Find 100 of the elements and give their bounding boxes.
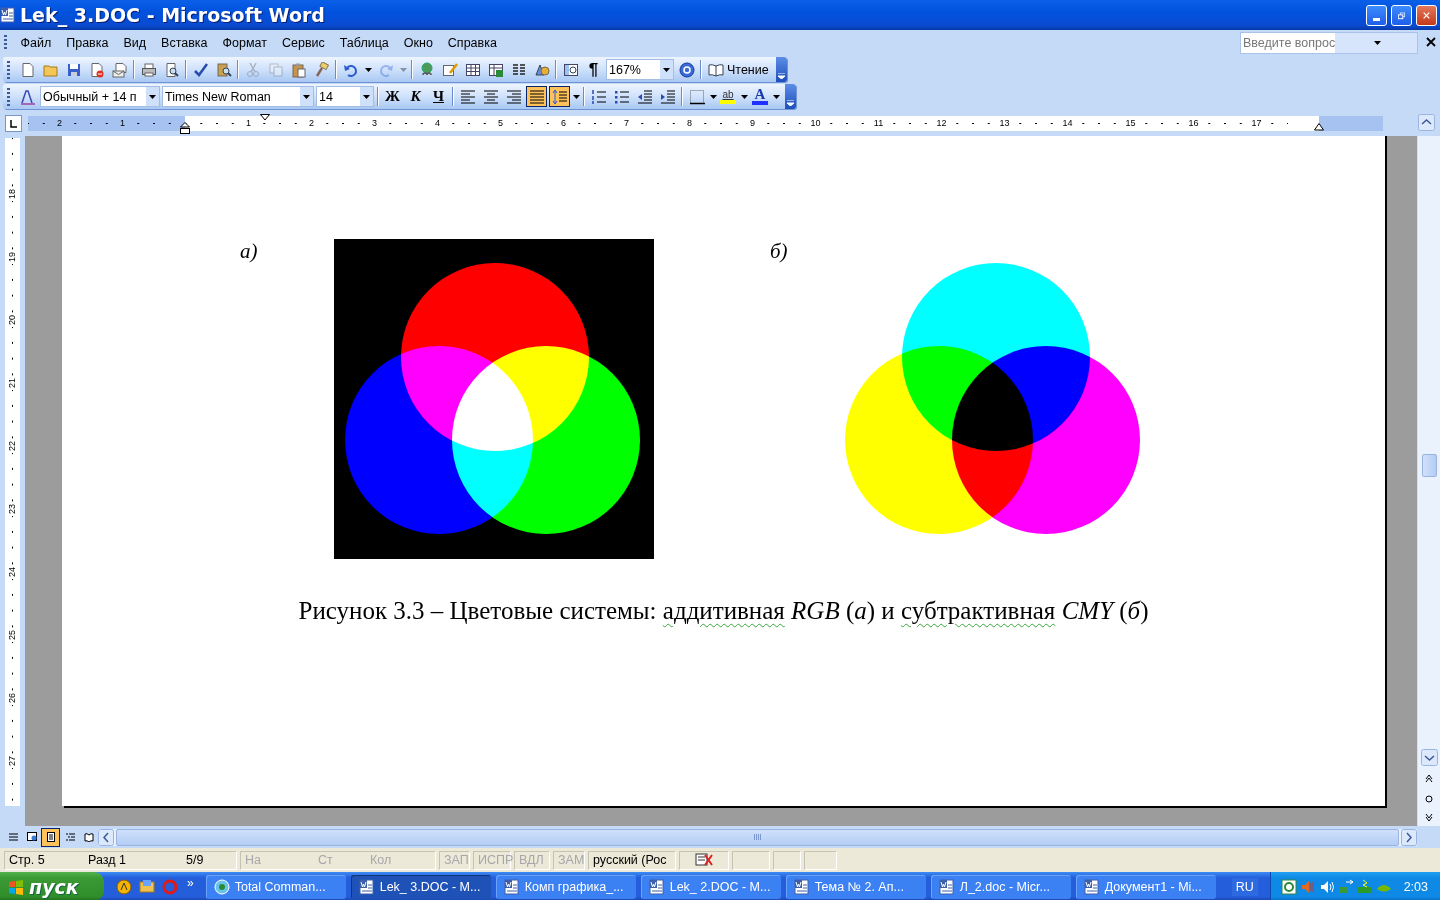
minimize-button[interactable] [1366,4,1387,26]
taskbar-button[interactable]: Lek_ 2.DOC - M... [640,874,781,899]
align-left-icon[interactable] [459,88,476,105]
print-layout-view-icon[interactable] [45,832,56,842]
document-map-icon[interactable] [562,61,579,78]
decrease-indent-icon[interactable] [636,88,653,105]
next-page-icon[interactable] [1425,813,1433,823]
scroll-right-icon[interactable] [1401,828,1417,846]
caret-icon[interactable] [572,94,580,99]
highlight-button[interactable]: ab [718,85,738,108]
status-text: ИСПР [478,853,514,867]
ruler-number: 4 [433,118,442,129]
normal-view-icon[interactable] [7,832,18,842]
right-indent-icon[interactable] [1314,123,1324,131]
taskbar-button[interactable]: Total Comman... [205,874,346,899]
read-button[interactable]: Чтение [704,58,773,81]
spelling-check-icon[interactable] [192,61,209,78]
dropdown-icon[interactable] [1373,41,1381,45]
menu-item[interactable]: Правка [58,33,116,53]
dropdown-icon[interactable] [303,94,310,99]
language-indicator[interactable]: RU [1231,877,1258,896]
line-spacing-icon[interactable] [551,88,568,105]
menu-item[interactable]: Формат [215,33,275,53]
style-combo[interactable]: Обычный + 14 п [40,86,160,107]
restore-button[interactable] [1391,4,1412,26]
menu-item[interactable]: Окно [396,33,441,53]
paintbrush-icon[interactable] [313,61,330,78]
align-center-icon[interactable] [482,88,499,105]
printer-icon[interactable] [140,61,157,78]
scrollbar-thumb[interactable] [1421,454,1437,477]
reading-layout-view-icon[interactable] [83,832,94,842]
caret-icon[interactable] [364,67,372,72]
globe-link-icon[interactable] [418,61,435,78]
toolbar-options-icon[interactable] [787,100,794,106]
print-preview-icon[interactable] [163,61,180,78]
scrollbar-thumb[interactable] [116,828,1399,846]
taskbar-button[interactable]: Л_2.doc - Micr... [930,874,1071,899]
hanging-indent-icon[interactable] [180,122,190,134]
help-icon[interactable] [678,61,695,78]
outline-view-icon[interactable] [64,832,75,842]
first-line-indent-icon[interactable] [260,114,270,121]
web-layout-view-icon[interactable] [26,832,37,842]
ruler-number: 22 [7,438,18,453]
menu-item[interactable]: Файл [13,33,59,53]
previous-page-icon[interactable] [1425,773,1433,783]
styles-icon[interactable] [19,88,36,105]
table-pencil-icon[interactable] [441,61,458,78]
taskbar-button[interactable]: Lek_ 3.DOC - M... [350,874,491,899]
taskbar-button[interactable]: Документ1 - Mi... [1075,874,1216,899]
dropdown-icon[interactable] [363,94,370,99]
underline-button[interactable]: Ч [427,85,450,108]
desktop-icon[interactable] [139,878,155,895]
book-search-icon[interactable] [215,61,232,78]
close-icon[interactable] [1426,37,1436,47]
bold-button[interactable]: Ж [381,85,404,108]
caret-icon[interactable] [709,94,717,99]
bulleted-list-icon[interactable] [613,88,630,105]
dropdown-icon[interactable] [663,67,670,72]
more-chevron[interactable]: » [187,875,194,890]
menu-item[interactable]: Вид [115,33,154,53]
align-right-icon[interactable] [505,88,522,105]
menu-item[interactable]: Сервис [274,33,333,53]
increase-indent-icon[interactable] [659,88,676,105]
numbered-list-icon[interactable] [590,88,607,105]
new-document-icon[interactable] [19,61,36,78]
scroll-down-icon[interactable] [1420,749,1438,766]
toolbar-options-icon[interactable] [777,73,785,79]
justify-icon[interactable] [528,88,545,105]
border-icon[interactable] [688,88,705,105]
tray-app-icon[interactable] [1281,878,1297,895]
browse-object-icon[interactable] [1425,795,1433,803]
menu-item[interactable]: Вставка [153,33,216,53]
help-search-field[interactable]: Введите вопрос [1240,32,1418,54]
spreadsheet-icon[interactable] [487,61,504,78]
menu-item[interactable]: Справка [440,33,505,53]
columns-icon[interactable] [510,61,527,78]
taskbar-button[interactable]: Комп графика_... [495,874,636,899]
caret-icon[interactable] [740,94,748,99]
clipboard-icon[interactable] [290,61,307,78]
scroll-left-icon[interactable] [98,828,114,846]
menu-item[interactable]: Таблица [332,33,397,53]
italic-button[interactable]: К [404,85,427,108]
font-size-combo[interactable]: 14 [316,86,374,107]
show-formatting-button[interactable]: ¶ [588,59,599,80]
font-combo[interactable]: Times New Roman [162,86,314,107]
document-permission-icon[interactable] [88,61,105,78]
alert-circle-icon[interactable] [116,878,132,895]
font-color-button[interactable]: A [750,85,770,108]
ruler-number: 9 [748,118,757,129]
close-button[interactable] [1416,4,1437,26]
table-icon[interactable] [464,61,481,78]
dropdown-icon[interactable] [149,94,156,99]
tab-stop-icon[interactable] [9,119,18,128]
zoom-combo[interactable]: 167% [606,59,674,80]
email-document-icon[interactable] [111,61,128,78]
scroll-up-icon[interactable] [1418,113,1435,131]
ruler-number: 8 [685,118,694,129]
taskbar-button[interactable]: Тема № 2. Ап... [785,874,926,899]
caret-icon[interactable] [772,94,780,99]
start-button[interactable]: пуск [0,872,104,900]
